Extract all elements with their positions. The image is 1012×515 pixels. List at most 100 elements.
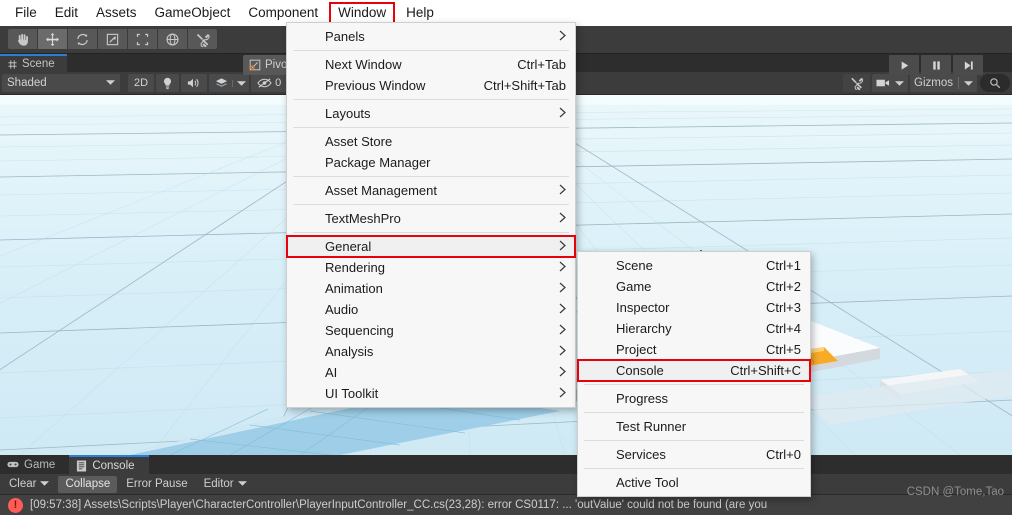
console-error-pause-button[interactable]: Error Pause — [119, 476, 194, 493]
menu-item-previous-window[interactable]: Previous Window Ctrl+Shift+Tab — [287, 75, 575, 96]
menu-item-progress[interactable]: Progress — [578, 388, 810, 409]
menu-item-label: Hierarchy — [616, 321, 672, 336]
menubar-item-edit[interactable]: Edit — [46, 2, 87, 24]
menu-item-panels[interactable]: Panels — [287, 26, 575, 47]
menu-item-label: Analysis — [325, 344, 374, 359]
console-button-label: Error Pause — [126, 478, 188, 490]
chevron-right-icon — [545, 282, 566, 295]
menubar-item-component[interactable]: Component — [239, 2, 327, 24]
menubar-item-gameobject[interactable]: GameObject — [146, 2, 240, 24]
menu-item-label: Progress — [616, 391, 669, 406]
transform-tool-button[interactable] — [158, 29, 188, 49]
menu-item-next-window[interactable]: Next Window Ctrl+Tab — [287, 54, 575, 75]
scene-view-toggles: 2D 0 — [128, 74, 289, 92]
menu-item-textmeshpro[interactable]: TextMeshPro — [287, 208, 575, 229]
console-toolbar: Clear Collapse Error Pause Editor — [0, 474, 1012, 495]
effects-dropdown-button[interactable] — [209, 74, 250, 92]
pause-button[interactable] — [921, 55, 951, 75]
menu-item-label: Active Tool — [616, 475, 679, 490]
console-editor-button[interactable]: Editor — [197, 476, 254, 493]
menu-separator — [584, 384, 804, 385]
menu-item-ui-toolkit[interactable]: UI Toolkit — [287, 383, 575, 404]
menu-item-scene[interactable]: Scene Ctrl+1 — [578, 255, 810, 276]
move-tool-button[interactable] — [38, 29, 68, 49]
menu-item-asset-management[interactable]: Asset Management — [287, 180, 575, 201]
menu-separator — [584, 468, 804, 469]
menubar-item-file[interactable]: File — [6, 2, 46, 24]
console-collapse-button[interactable]: Collapse — [58, 475, 118, 493]
audio-toggle-button[interactable] — [181, 74, 208, 92]
menu-item-label: Services — [616, 447, 666, 462]
chevron-right-icon — [545, 240, 566, 253]
step-button[interactable] — [953, 55, 983, 75]
scene-visibility-button[interactable]: 0 — [251, 74, 288, 92]
menu-item-services[interactable]: Services Ctrl+0 — [578, 444, 810, 465]
scene-tools-button[interactable] — [843, 74, 871, 92]
rotate-tool-button[interactable] — [68, 29, 98, 49]
menu-item-rendering[interactable]: Rendering — [287, 257, 575, 278]
toggle-2d-button[interactable]: 2D — [128, 74, 155, 92]
tab-label: Console — [92, 459, 135, 472]
menu-item-project[interactable]: Project Ctrl+5 — [578, 339, 810, 360]
scene-view-right-tools: Gizmos — [843, 74, 1010, 92]
menu-item-label: TextMeshPro — [325, 211, 401, 226]
menu-separator — [293, 176, 569, 177]
tab-game[interactable]: Game — [0, 455, 70, 474]
hand-tool-button[interactable] — [8, 29, 38, 49]
menu-item-label: Previous Window — [325, 78, 426, 93]
menu-separator — [293, 232, 569, 233]
tab-console[interactable]: Console — [69, 455, 149, 474]
toggle-2d-label: 2D — [134, 77, 149, 89]
menu-separator — [584, 440, 804, 441]
menu-item-active-tool[interactable]: Active Tool — [578, 472, 810, 493]
play-button[interactable] — [889, 55, 919, 75]
console-button-label: Clear — [9, 478, 37, 490]
draw-mode-dropdown[interactable]: Shaded — [2, 74, 120, 92]
chevron-down-icon — [40, 478, 50, 490]
menu-item-test-runner[interactable]: Test Runner — [578, 416, 810, 437]
menubar-item-assets[interactable]: Assets — [87, 2, 146, 24]
rect-tool-button[interactable] — [128, 29, 158, 49]
camera-dropdown[interactable] — [872, 74, 909, 92]
playmode-controls — [889, 55, 985, 75]
menu-item-inspector[interactable]: Inspector Ctrl+3 — [578, 297, 810, 318]
menu-item-hierarchy[interactable]: Hierarchy Ctrl+4 — [578, 318, 810, 339]
menu-separator — [293, 204, 569, 205]
menubar-item-help[interactable]: Help — [397, 2, 443, 24]
menu-item-package-manager[interactable]: Package Manager — [287, 152, 575, 173]
scene-search-input[interactable] — [980, 74, 1010, 92]
menubar-item-window[interactable]: Window — [329, 2, 396, 24]
gizmos-caret-icon — [964, 80, 973, 87]
pivot-icon — [248, 58, 262, 72]
menu-item-shortcut: Ctrl+Shift+Tab — [483, 78, 566, 93]
console-clear-button[interactable]: Clear — [2, 476, 56, 493]
menu-item-label: Package Manager — [325, 155, 431, 170]
menu-item-sequencing[interactable]: Sequencing — [287, 320, 575, 341]
tab-scene[interactable]: Scene — [0, 54, 67, 72]
menu-item-animation[interactable]: Animation — [287, 278, 575, 299]
custom-tool-button[interactable] — [188, 29, 217, 49]
menu-item-layouts[interactable]: Layouts — [287, 103, 575, 124]
menu-item-label: Audio — [325, 302, 359, 317]
menu-item-asset-store[interactable]: Asset Store — [287, 131, 575, 152]
lighting-toggle-button[interactable] — [156, 74, 180, 92]
menu-item-shortcut: Ctrl+2 — [765, 279, 801, 294]
menu-item-label: Project — [616, 342, 657, 357]
console-log-row[interactable]: ! [09:57:38] Assets\Scripts\Player\Chara… — [0, 495, 1012, 515]
chevron-down-icon — [106, 77, 115, 89]
menu-item-game[interactable]: Game Ctrl+2 — [578, 276, 810, 297]
console-log-list[interactable]: ! [09:57:38] Assets\Scripts\Player\Chara… — [0, 495, 1012, 515]
menu-item-label: AI — [325, 365, 338, 380]
scale-tool-button[interactable] — [98, 29, 128, 49]
menu-item-audio[interactable]: Audio — [287, 299, 575, 320]
chevron-right-icon — [545, 30, 566, 43]
menu-item-ai[interactable]: AI — [287, 362, 575, 383]
menu-item-label: Scene — [616, 258, 653, 273]
menu-item-analysis[interactable]: Analysis — [287, 341, 575, 362]
gizmos-dropdown[interactable]: Gizmos — [910, 74, 977, 92]
menu-item-general[interactable]: General — [286, 235, 576, 258]
chevron-right-icon — [545, 212, 566, 225]
menu-item-shortcut: Ctrl+0 — [765, 447, 801, 462]
menu-item-console[interactable]: Console Ctrl+Shift+C — [577, 359, 811, 382]
chevron-right-icon — [545, 324, 566, 337]
